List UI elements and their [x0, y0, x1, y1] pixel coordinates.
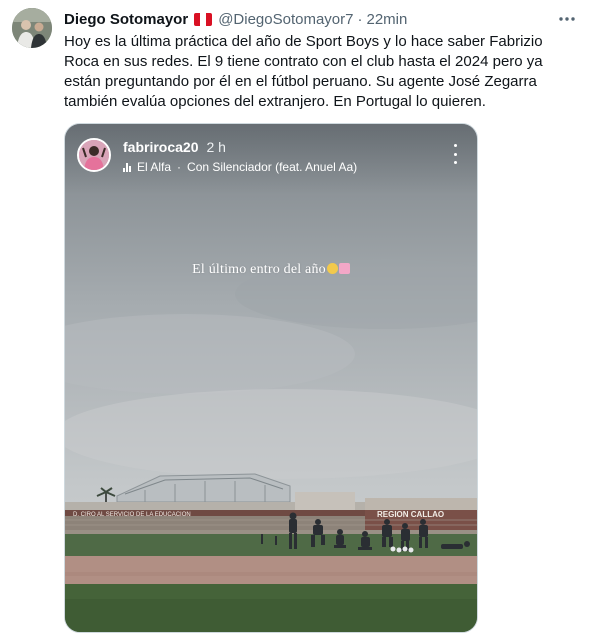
- header-separator: ·: [357, 10, 363, 28]
- tweet-header: Diego Sotomayor @DiegoSotomayor7 · 22min: [64, 9, 407, 29]
- more-horizontal-icon: [559, 17, 575, 21]
- story-caption: El último entro del año: [65, 262, 477, 278]
- story-username[interactable]: fabriroca20: [123, 139, 198, 155]
- avatar-image: [12, 8, 52, 48]
- stadium-sign-left: D. CIRO AL SERVICIO DE LA EDUCACION: [73, 512, 191, 518]
- tweet-timestamp[interactable]: 22min: [366, 11, 407, 28]
- story-more-options-icon[interactable]: [449, 144, 461, 164]
- story-time: 2 h: [206, 139, 226, 155]
- author-avatar[interactable]: [12, 8, 52, 48]
- stadium-photo: D. CIRO AL SERVICIO DE LA EDUCACION REGI…: [65, 124, 477, 632]
- author-display-name[interactable]: Diego Sotomayor: [64, 11, 188, 28]
- music-bars-icon: [123, 162, 131, 172]
- music-artist: El Alfa: [137, 160, 172, 174]
- author-handle[interactable]: @DiegoSotomayor7: [218, 11, 353, 28]
- story-caption-text: El último entro del año: [192, 262, 326, 277]
- story-avatar-image: [79, 140, 109, 170]
- peru-flag-icon: [194, 12, 213, 26]
- tweet[interactable]: Diego Sotomayor @DiegoSotomayor7 · 22min…: [0, 0, 592, 640]
- story-music-info[interactable]: El Alfa · Con Silenciador (feat. Anuel A…: [123, 160, 357, 174]
- tweet-text: Hoy es la última práctica del año de Spo…: [64, 33, 543, 110]
- music-track: Con Silenciador (feat. Anuel Aa): [187, 160, 358, 174]
- story-user-avatar[interactable]: [77, 138, 111, 172]
- pink-jersey-emoji-icon: [338, 263, 350, 274]
- story-user-info: fabriroca20 2 h: [123, 139, 226, 155]
- story-header-overlay: [65, 124, 477, 194]
- tweet-media-image[interactable]: D. CIRO AL SERVICIO DE LA EDUCACION REGI…: [64, 123, 478, 633]
- pleading-face-emoji-icon: [326, 263, 338, 274]
- stadium-sign-right: REGION CALLAO: [377, 510, 444, 519]
- more-options-button[interactable]: [556, 8, 578, 30]
- music-separator: ·: [177, 160, 182, 174]
